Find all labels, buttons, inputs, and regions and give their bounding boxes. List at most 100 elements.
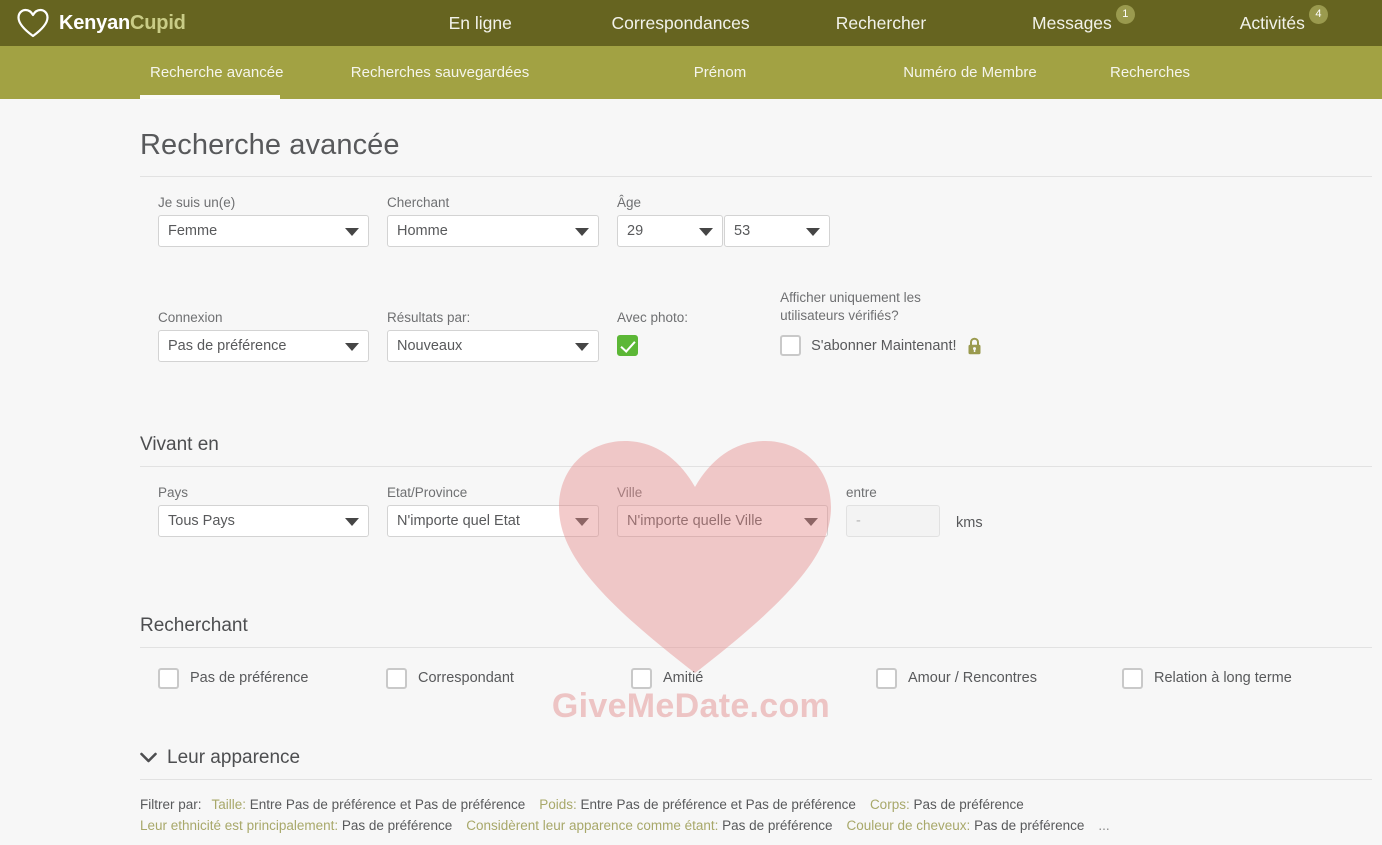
chevron-down-icon (575, 517, 589, 526)
field-age-label: Âge (617, 195, 642, 210)
seeking-option-long-term[interactable]: Relation à long terme (1122, 667, 1368, 689)
filter-key-height: Taille: (211, 796, 247, 812)
field-results-by-label: Résultats par: (387, 309, 471, 325)
field-country: Pays Tous Pays (140, 485, 369, 537)
seeking-checkbox[interactable] (1122, 667, 1143, 689)
age-min-select[interactable]: 29 (617, 215, 723, 247)
country-select[interactable]: Tous Pays (158, 504, 369, 537)
distance-input-value: - (856, 512, 861, 529)
nav-item-messages[interactable]: Messages 1 (981, 4, 1181, 34)
tab-advanced-search[interactable]: Recherche avancée (140, 46, 284, 99)
age-min-value: 29 (627, 223, 644, 239)
filter-value-height: Entre Pas de préférence et Pas de préfér… (249, 796, 526, 812)
seeking-option-penpal[interactable]: Correspondant (386, 667, 631, 689)
field-country-label: Pays (158, 484, 189, 500)
filter-value-hair-color: Pas de préférence (974, 818, 1085, 834)
nav-item-matches[interactable]: Correspondances (580, 13, 780, 34)
seeking-checkbox[interactable] (631, 667, 652, 689)
section-title-seeking: Recherchant (140, 614, 248, 636)
tab-member-number[interactable]: Numéro de Membre (840, 46, 1100, 99)
seeking-option-friendship[interactable]: Amitié (631, 667, 876, 689)
chevron-down-icon (806, 228, 820, 236)
primary-nav: En ligne Correspondances Rechercher Mess… (380, 0, 1382, 46)
chevron-down-icon (345, 517, 359, 526)
tab-saved-searches[interactable]: Recherches sauvegardées (280, 46, 600, 99)
seeking-checkbox[interactable] (158, 667, 179, 689)
filter-key-body: Corps: (869, 796, 910, 812)
verified-users-checkbox[interactable] (780, 335, 802, 357)
location-row: Pays Tous Pays Etat/Province N'importe q… (140, 467, 1372, 537)
seeking-select[interactable]: Homme (387, 215, 599, 247)
section-title-appearance-label: Leur apparence (167, 746, 301, 768)
seeking-checkbox[interactable] (386, 667, 407, 689)
state-select-value: N'importe quel Etat (397, 512, 520, 529)
age-max-select[interactable]: 53 (724, 215, 830, 247)
filter-value-ethnicity: Pas de préférence (341, 818, 453, 834)
brand-title: KenyanCupid (59, 12, 186, 35)
tab-first-name[interactable]: Prénom (600, 46, 840, 99)
heart-outline-icon (17, 8, 49, 38)
state-select[interactable]: N'importe quel Etat (387, 504, 599, 537)
nav-item-label: Activités (1239, 12, 1305, 33)
nav-item-search[interactable]: Rechercher (781, 13, 981, 34)
chevron-down-icon (804, 517, 818, 526)
filter-value-weight: Entre Pas de préférence et Pas de préfér… (580, 796, 856, 812)
distance-input[interactable]: - (846, 504, 940, 537)
field-connection: Connexion Pas de préférence (140, 310, 369, 362)
field-distance-label: entre (846, 484, 877, 500)
field-state-label: Etat/Province (387, 484, 468, 500)
seeking-option-no-preference[interactable]: Pas de préférence (140, 667, 386, 689)
field-state: Etat/Province N'importe quel Etat (387, 485, 599, 537)
nav-item-label: Correspondances (611, 12, 750, 33)
brand-logo[interactable]: KenyanCupid (0, 8, 380, 38)
seeking-option-label: Correspondant (418, 670, 514, 687)
city-select[interactable]: N'importe quelle Ville (617, 504, 828, 537)
filter-more-ellipsis: ... (1098, 818, 1110, 834)
connection-select[interactable]: Pas de préférence (158, 329, 369, 362)
chevron-down-icon (140, 752, 157, 763)
verified-users-label-line1: Afficher uniquement les (780, 290, 921, 305)
seeking-checkbox[interactable] (876, 667, 897, 689)
chevron-down-icon (345, 342, 359, 351)
tab-label: Numéro de Membre (903, 64, 1037, 81)
search-form-container: Recherche avancée Je suis un(e) Femme Ch… (140, 99, 1372, 845)
nav-item-activities[interactable]: Activités 4 (1182, 4, 1382, 34)
filter-key-looks: Considèrent leur apparence comme étant: (466, 818, 719, 834)
nav-item-online[interactable]: En ligne (380, 13, 580, 34)
brand-title-part1: Kenyan (59, 11, 131, 34)
with-photo-checkbox[interactable] (617, 335, 638, 357)
field-connection-label: Connexion (158, 309, 223, 325)
field-age: Âge 29 53 (617, 195, 830, 247)
brand-title-part2: Cupid (130, 11, 186, 34)
basic-criteria-row-1: Je suis un(e) Femme Cherchant Homme Âge … (140, 177, 1372, 247)
field-city: Ville N'importe quelle Ville (617, 485, 828, 537)
secondary-navigation-bar: Recherche avancée Recherches sauvegardée… (0, 46, 1382, 99)
results-by-select-value: Nouveaux (397, 337, 463, 354)
page-body: Recherche avancée Je suis un(e) Femme Ch… (0, 99, 1382, 845)
seeking-option-label: Amitié (663, 670, 704, 687)
filter-key-hair-color: Couleur de cheveux: (846, 818, 971, 834)
tab-label: Recherche avancée (150, 64, 284, 81)
seeking-option-romance-dating[interactable]: Amour / Rencontres (876, 667, 1122, 689)
lock-icon (968, 337, 981, 354)
results-by-select[interactable]: Nouveaux (387, 329, 599, 362)
activities-badge: 4 (1308, 4, 1328, 24)
gender-select[interactable]: Femme (158, 215, 369, 247)
top-navigation-bar: KenyanCupid En ligne Correspondances Rec… (0, 0, 1382, 46)
section-title-appearance[interactable]: Leur apparence (140, 737, 1372, 779)
chevron-down-icon (575, 228, 589, 236)
chevron-down-icon (575, 342, 589, 351)
filter-value-looks: Pas de préférence (722, 818, 833, 834)
section-title-living-in: Vivant en (140, 433, 219, 455)
tab-recent-searches[interactable]: Recherches (1100, 46, 1340, 99)
filter-value-body: Pas de préférence (913, 796, 1024, 812)
chevron-down-icon (345, 228, 359, 236)
field-city-label: Ville (617, 484, 643, 500)
verified-users-label-line2: utilisateurs vérifiés? (780, 307, 899, 323)
field-with-photo: Avec photo: (617, 310, 688, 362)
age-max-value: 53 (734, 223, 751, 239)
country-select-value: Tous Pays (168, 512, 235, 529)
verified-users-label: Afficher uniquement les utilisateurs vér… (780, 289, 981, 325)
subscribe-now-label: S'abonner Maintenant! (811, 337, 957, 354)
filter-lead-label: Filtrer par: (140, 796, 202, 812)
